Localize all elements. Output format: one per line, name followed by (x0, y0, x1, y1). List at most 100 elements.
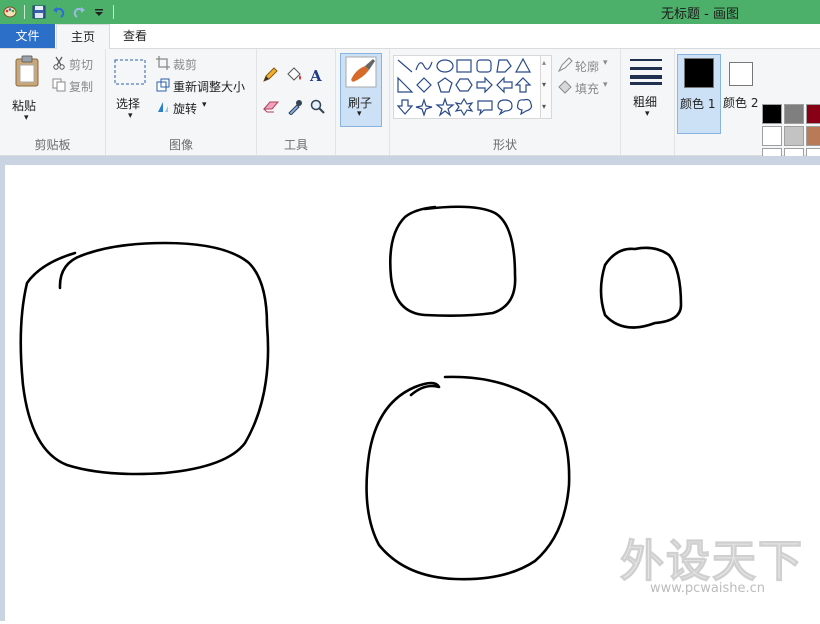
clipboard-group: 粘贴 ▾ 剪切 复制 剪贴板 (0, 49, 106, 155)
copy-button[interactable]: 复制 (52, 77, 102, 95)
oval-shape-icon (436, 59, 454, 73)
cut-button[interactable]: 剪切 (52, 55, 102, 73)
four-point-star-shape-icon (415, 98, 433, 117)
shapes-group: ▴ ▾ ▾ 轮廓 ▾ 填充 ▾ 形状 (390, 49, 621, 155)
crop-icon (156, 56, 170, 70)
outline-button[interactable]: 轮廓 ▾ (557, 57, 617, 75)
triangle-shape-icon (514, 57, 532, 73)
line-shape-icon (397, 59, 413, 73)
rect-callout-shape-icon (477, 100, 493, 116)
brushes-group: 刷子 ▾ (336, 49, 390, 155)
watermark-brand: 外设天下 (620, 536, 804, 588)
rotate-icon (158, 102, 168, 112)
palette-swatch[interactable] (762, 104, 782, 124)
shapes-gallery-scroller[interactable]: ▴ ▾ ▾ (540, 55, 552, 119)
curve-shape-icon (415, 61, 433, 71)
color1-swatch (684, 58, 714, 88)
rounded-rectangle-shape-icon (476, 59, 492, 73)
palette-swatch[interactable] (762, 126, 782, 146)
resize-button[interactable]: 重新调整大小 (156, 77, 254, 95)
select-button[interactable]: 选择 ▾ (112, 55, 152, 131)
right-triangle-shape-icon (397, 76, 414, 93)
size-group: 粗细 ▾ (621, 49, 675, 155)
resize-icon (156, 78, 170, 92)
drawn-shape-circle (365, 375, 571, 581)
text-tool-icon[interactable]: A (309, 67, 325, 83)
clipboard-icon (15, 55, 39, 87)
fill-button[interactable]: 填充 ▾ (557, 79, 617, 97)
redo-icon[interactable] (71, 4, 87, 20)
brushes-button[interactable]: 刷子 ▾ (340, 53, 382, 127)
tools-group: A 工具 (257, 49, 336, 155)
selection-rectangle-icon (114, 59, 146, 85)
scroll-up-icon[interactable]: ▴ (542, 58, 546, 67)
chevron-down-icon: ▾ (603, 80, 608, 90)
five-point-star-shape-icon (435, 97, 455, 117)
polygon-shape-icon (496, 59, 512, 73)
image-group-label: 图像 (168, 138, 193, 152)
expand-gallery-icon[interactable]: ▾ (542, 102, 546, 111)
chevron-down-icon: ▾ (202, 100, 207, 110)
color2-button[interactable]: 颜色 2 (721, 54, 761, 132)
palette-swatch[interactable] (784, 126, 804, 146)
ribbon-tabs: 文件 主页 查看 (0, 24, 820, 50)
shapes-gallery-icons (396, 57, 533, 117)
tools-group-label: 工具 (283, 138, 308, 152)
color-picker-icon[interactable] (287, 99, 303, 115)
palette-swatch[interactable] (806, 104, 820, 124)
watermark-url: www.pcwaishe.cn (650, 581, 765, 596)
fill-icon (558, 80, 572, 94)
left-arrow-shape-icon (496, 76, 513, 94)
diamond-shape-icon (416, 77, 432, 93)
shapes-group-label: 形状 (492, 138, 517, 152)
copy-label: 复制 (69, 80, 94, 94)
down-arrow-shape-icon (396, 99, 414, 115)
crop-button[interactable]: 裁剪 (156, 55, 216, 73)
tab-view[interactable]: 查看 (110, 24, 160, 48)
scroll-down-icon[interactable]: ▾ (542, 80, 546, 89)
undo-icon[interactable] (51, 4, 67, 20)
paste-label: 粘贴 (12, 99, 37, 113)
six-point-star-shape-icon (454, 97, 474, 117)
pencil-icon[interactable] (262, 67, 278, 83)
right-arrow-shape-icon (476, 76, 493, 94)
drawn-shape-small-right (599, 246, 683, 329)
palette-swatch[interactable] (784, 104, 804, 124)
oval-callout-shape-icon (497, 99, 513, 116)
rotate-button[interactable]: 旋转 ▾ (156, 99, 216, 117)
crop-label: 裁剪 (173, 58, 198, 72)
brush-icon (345, 56, 377, 88)
customize-qat-icon[interactable] (91, 4, 107, 20)
shapes-gallery[interactable] (393, 55, 542, 119)
size-button[interactable]: 粗细 ▾ (625, 53, 669, 129)
color1-button[interactable]: 颜色 1 (677, 54, 721, 134)
line-width-icon (630, 59, 662, 85)
chevron-down-icon: ▾ (603, 58, 608, 68)
chevron-down-icon: ▾ (645, 109, 650, 119)
fill-bucket-icon[interactable] (285, 67, 303, 83)
magnifier-icon[interactable] (310, 99, 326, 115)
cloud-callout-shape-icon (516, 98, 533, 116)
qat-separator (113, 5, 114, 19)
chevron-down-icon: ▾ (357, 109, 362, 119)
qat-separator (24, 5, 25, 19)
drawn-shape-large (19, 241, 270, 476)
quick-access-toolbar (0, 0, 116, 24)
drawn-shape-top-middle (389, 205, 517, 317)
chevron-down-icon: ▾ (24, 113, 29, 123)
tab-file[interactable]: 文件 (0, 24, 55, 48)
eraser-icon[interactable] (262, 99, 280, 113)
tab-home[interactable]: 主页 (56, 24, 110, 50)
paste-button[interactable]: 粘贴 ▾ (8, 53, 46, 129)
fill-label: 填充 (575, 82, 600, 96)
palette-swatch[interactable] (806, 126, 820, 146)
size-label: 粗细 (633, 95, 658, 109)
color2-label: 颜色 2 (723, 96, 759, 110)
hexagon-shape-icon (455, 78, 473, 92)
image-group: 选择 ▾ 裁剪 重新调整大小 旋转 ▾ 图像 (106, 49, 257, 155)
save-icon[interactable] (31, 4, 47, 20)
clipboard-group-label: 剪贴板 (34, 138, 71, 152)
paint-app-icon[interactable] (2, 4, 18, 20)
rotate-label: 旋转 (173, 102, 198, 116)
chevron-down-icon: ▾ (128, 111, 133, 121)
